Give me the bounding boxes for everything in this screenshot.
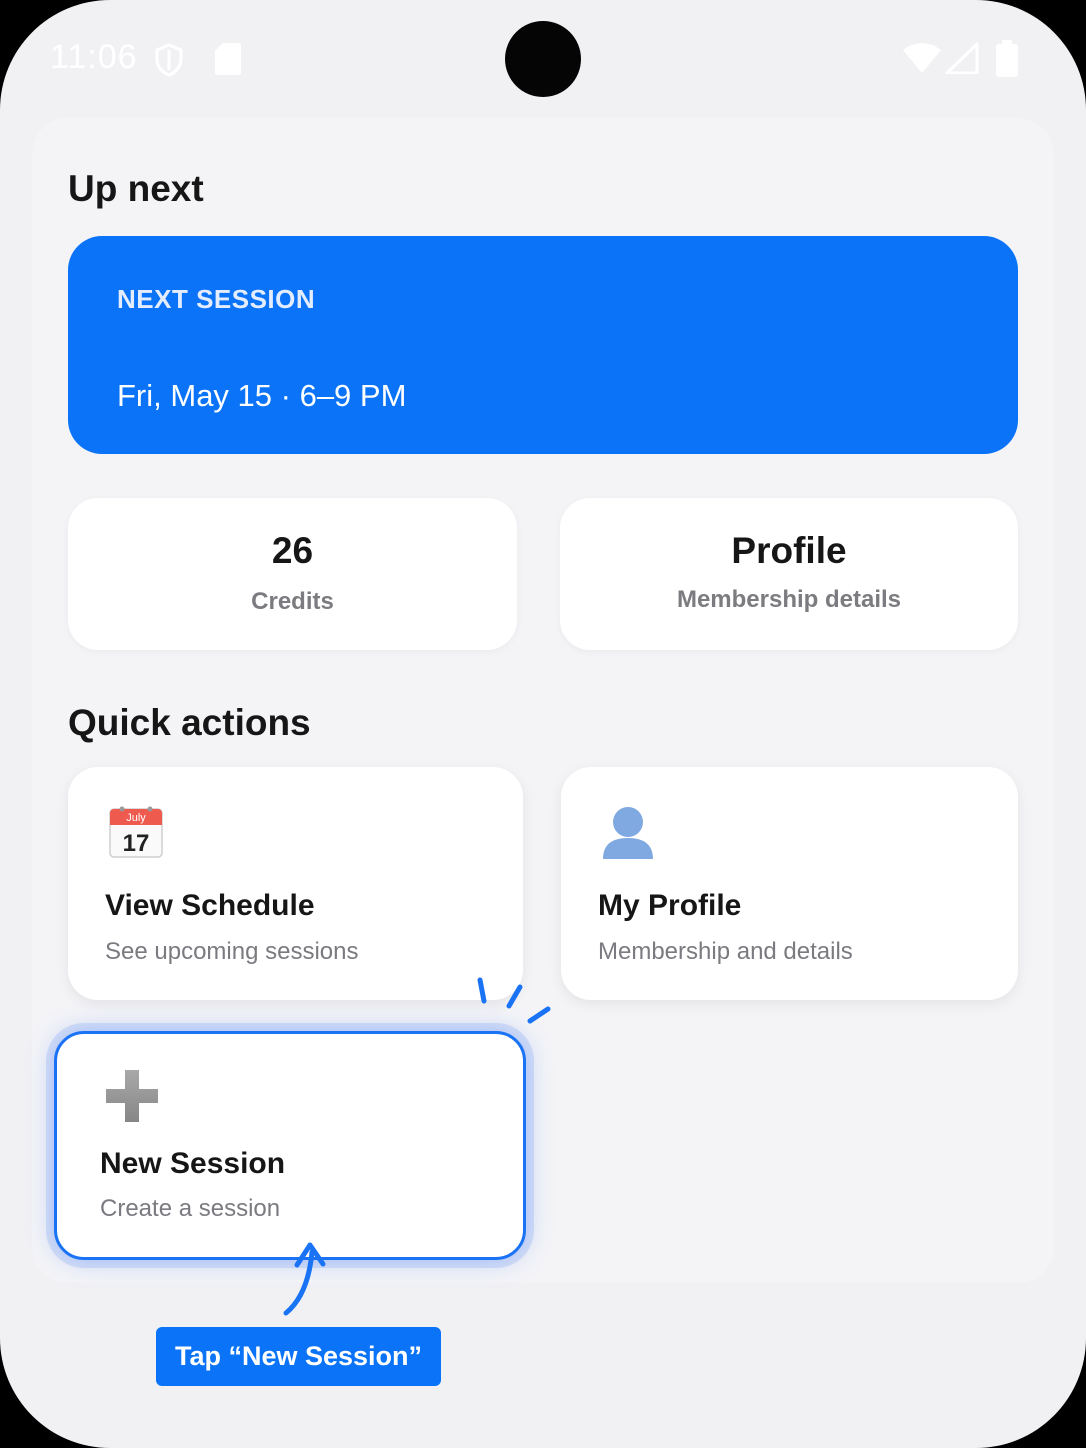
plus-icon <box>104 1068 160 1129</box>
calendar-icon-day: 17 <box>123 830 150 857</box>
wifi-icon <box>902 42 942 79</box>
profile-card[interactable]: Profile Membership details <box>560 498 1018 650</box>
my-profile-subtitle: Membership and details <box>598 938 853 965</box>
new-session-card[interactable]: New Session Create a session <box>54 1031 526 1260</box>
my-profile-title: My Profile <box>598 889 742 922</box>
quick-actions-heading: Quick actions <box>68 702 311 743</box>
status-bar: 11:06 <box>0 0 1086 120</box>
calendar-icon-month: July <box>126 812 146 824</box>
view-schedule-subtitle: See upcoming sessions <box>105 938 359 965</box>
next-session-card[interactable]: NEXT SESSION Fri, May 15 · 6–9 PM <box>68 236 1018 454</box>
shield-icon <box>153 42 185 83</box>
next-session-label: NEXT SESSION <box>117 284 316 314</box>
next-session-datetime: Fri, May 15 · 6–9 PM <box>117 378 407 413</box>
new-session-title: New Session <box>100 1147 286 1180</box>
cellular-signal-icon <box>945 42 979 79</box>
front-camera <box>505 21 581 97</box>
profile-subtitle: Membership details <box>676 586 902 613</box>
phone-screen: 11:06 Up next NEXT SESSION Fri, May 15 ·… <box>0 0 1086 1448</box>
up-next-heading: Up next <box>68 168 204 209</box>
credits-card[interactable]: 26 Credits <box>68 498 517 650</box>
view-schedule-title: View Schedule <box>105 889 315 922</box>
view-schedule-card[interactable]: July 17 View Schedule See upcoming sessi… <box>68 767 523 1000</box>
profile-title: Profile <box>731 530 847 571</box>
new-session-subtitle: Create a session <box>100 1195 281 1222</box>
battery-icon <box>995 40 1019 83</box>
sim-card-icon <box>214 42 242 81</box>
status-time: 11:06 <box>50 38 138 76</box>
tap-hint-label: Tap “New Session” <box>156 1327 441 1386</box>
calendar-icon: July 17 <box>108 805 164 866</box>
person-icon <box>601 805 655 866</box>
credits-value: 26 <box>271 530 314 571</box>
credits-label: Credits <box>251 588 334 615</box>
my-profile-card[interactable]: My Profile Membership and details <box>561 767 1018 1000</box>
